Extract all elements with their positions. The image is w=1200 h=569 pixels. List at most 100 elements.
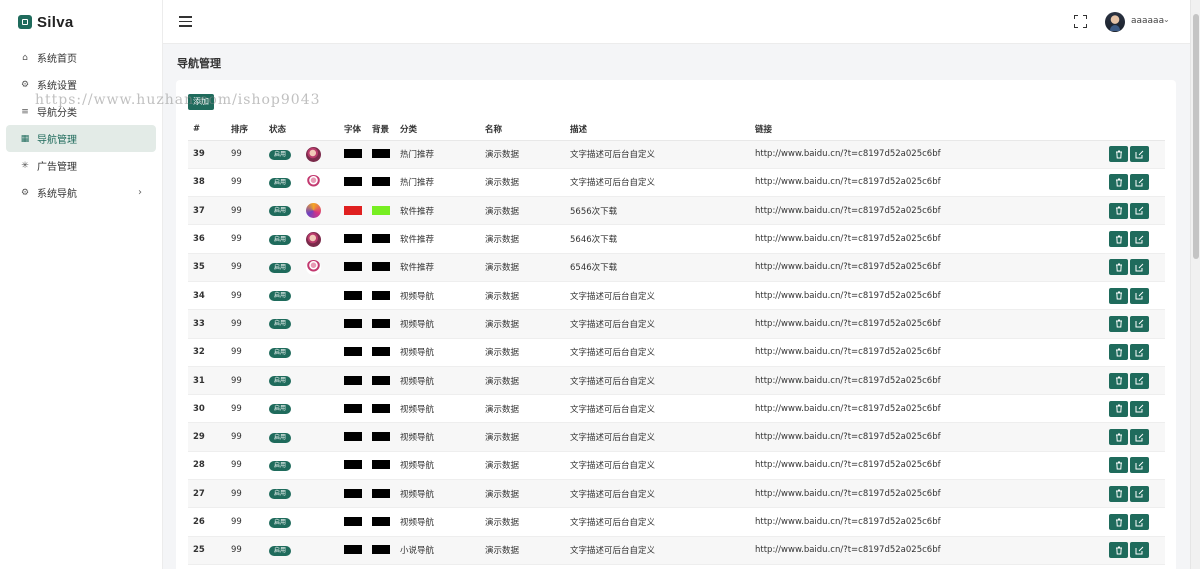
cell-link[interactable]: http://www.baidu.cn/?t=c8197d52a025c6bf xyxy=(750,140,1104,169)
status-badge[interactable]: 启用 xyxy=(269,234,292,245)
cell-link[interactable]: http://www.baidu.cn/?t=c8197d52a025c6bf xyxy=(750,451,1104,481)
brand[interactable]: Silva xyxy=(0,0,162,44)
status-badge[interactable]: 启用 xyxy=(269,404,292,415)
cell-thumb xyxy=(301,451,339,481)
edit-icon[interactable] xyxy=(1130,514,1149,530)
trash-icon[interactable] xyxy=(1109,202,1128,219)
status-badge[interactable]: 启用 xyxy=(269,489,292,500)
status-badge[interactable]: 启用 xyxy=(269,177,292,188)
trash-icon[interactable] xyxy=(1109,457,1128,474)
trash-icon[interactable] xyxy=(1109,372,1128,389)
trash-icon[interactable] xyxy=(1109,514,1128,530)
cell-link[interactable]: http://www.baidu.cn/?t=c8197d52a025c6bf xyxy=(750,168,1104,198)
avatar[interactable] xyxy=(1105,12,1125,32)
edit-icon[interactable] xyxy=(1130,457,1149,474)
cell-id: 34 xyxy=(188,281,226,311)
status-badge[interactable]: 启用 xyxy=(269,347,292,358)
edit-icon[interactable] xyxy=(1130,344,1149,361)
cell-thumb xyxy=(301,281,339,311)
sidebar-item-3[interactable]: ▦ 导航管理 xyxy=(6,125,156,152)
edit-icon[interactable] xyxy=(1130,372,1149,389)
cell-actions xyxy=(1104,338,1165,367)
cell-link[interactable]: http://www.baidu.cn/?t=c8197d52a025c6bf xyxy=(750,224,1104,254)
cell-name: 演示数据 xyxy=(480,196,565,226)
edit-icon[interactable] xyxy=(1130,429,1149,446)
status-badge[interactable]: 启用 xyxy=(269,376,292,387)
status-badge[interactable]: 启用 xyxy=(269,262,292,273)
cell-link[interactable]: http://www.baidu.cn/?t=c8197d52a025c6bf xyxy=(750,281,1104,311)
sidebar-item-1[interactable]: ⚙ 系统设置 xyxy=(6,71,156,98)
edit-icon[interactable] xyxy=(1130,485,1149,502)
cell-link[interactable]: http://www.baidu.cn/?t=c8197d52a025c6bf xyxy=(750,309,1104,339)
status-badge[interactable]: 启用 xyxy=(269,149,292,160)
add-button[interactable]: 添加 xyxy=(188,94,214,110)
status-badge[interactable]: 启用 xyxy=(269,460,292,471)
trash-icon[interactable] xyxy=(1109,287,1128,304)
cell-bg xyxy=(367,281,395,311)
menu-toggle-icon[interactable] xyxy=(179,16,192,27)
cell-font xyxy=(339,253,367,282)
thumbnail-image xyxy=(306,259,321,275)
trash-icon[interactable] xyxy=(1109,400,1128,417)
trash-icon[interactable] xyxy=(1109,344,1128,361)
status-badge[interactable]: 启用 xyxy=(269,206,292,217)
cell-thumb xyxy=(301,507,339,537)
cell-link[interactable]: http://www.baidu.cn/?t=c8197d52a025c6bf xyxy=(750,253,1104,282)
sidebar-item-2[interactable]: ≡ 导航分类 xyxy=(6,98,156,125)
cell-status: 启用 xyxy=(264,168,301,198)
trash-icon[interactable] xyxy=(1109,174,1128,191)
cell-desc: 5656次下载 xyxy=(565,196,750,226)
chevron-down-icon[interactable]: ⌄ xyxy=(1163,15,1170,24)
status-badge[interactable]: 启用 xyxy=(269,319,292,330)
cell-link[interactable]: http://www.baidu.cn/?t=c8197d52a025c6bf xyxy=(750,366,1104,396)
trash-icon[interactable] xyxy=(1109,429,1128,446)
trash-icon[interactable] xyxy=(1109,485,1128,502)
trash-icon[interactable] xyxy=(1109,231,1128,248)
cell-name: 演示数据 xyxy=(480,140,565,169)
cell-sort: 99 xyxy=(226,196,264,226)
edit-icon[interactable] xyxy=(1130,315,1149,332)
cell-sort: 99 xyxy=(226,309,264,339)
scrollbar-thumb[interactable] xyxy=(1193,14,1199,259)
sidebar-item-label: 系统设置 xyxy=(37,81,77,92)
loader-icon: ✳ xyxy=(21,160,29,171)
edit-icon[interactable] xyxy=(1130,400,1149,417)
username[interactable]: aaaaaa xyxy=(1131,16,1164,26)
cell-link[interactable]: http://www.baidu.cn/?t=c8197d52a025c6bf xyxy=(750,338,1104,367)
cell-link[interactable]: http://www.baidu.cn/?t=c8197d52a025c6bf xyxy=(750,196,1104,226)
trash-icon[interactable] xyxy=(1109,146,1128,163)
edit-icon[interactable] xyxy=(1130,542,1149,559)
cell-bg xyxy=(367,224,395,254)
edit-icon[interactable] xyxy=(1130,146,1149,163)
cell-bg xyxy=(367,140,395,169)
cell-actions xyxy=(1104,394,1165,424)
cell-desc: 文字描述可后台自定义 xyxy=(565,536,750,565)
trash-icon[interactable] xyxy=(1109,542,1128,559)
edit-icon[interactable] xyxy=(1130,287,1149,304)
cell-link[interactable]: http://www.baidu.cn/?t=c8197d52a025c6bf xyxy=(750,479,1104,509)
fullscreen-icon[interactable] xyxy=(1074,15,1087,28)
edit-icon[interactable] xyxy=(1130,174,1149,191)
cell-link[interactable]: http://www.baidu.cn/?t=c8197d52a025c6bf xyxy=(750,422,1104,452)
cell-link[interactable]: http://www.baidu.cn/?t=c8197d52a025c6bf xyxy=(750,394,1104,424)
cell-actions xyxy=(1104,309,1165,339)
sidebar-item-4[interactable]: ✳ 广告管理 xyxy=(6,152,156,179)
edit-icon[interactable] xyxy=(1130,259,1149,276)
cell-link[interactable]: http://www.baidu.cn/?t=c8197d52a025c6bf xyxy=(750,536,1104,565)
cell-link[interactable]: http://www.baidu.cn/?t=c8197d52a025c6bf xyxy=(750,507,1104,537)
status-badge[interactable]: 启用 xyxy=(269,517,292,528)
edit-icon[interactable] xyxy=(1130,202,1149,219)
status-badge[interactable]: 启用 xyxy=(269,291,292,302)
sidebar-item-5[interactable]: ⚙ 系统导航 › xyxy=(6,179,156,206)
bg-color-swatch xyxy=(372,177,390,187)
status-badge[interactable]: 启用 xyxy=(269,545,292,556)
trash-icon[interactable] xyxy=(1109,315,1128,332)
trash-icon[interactable] xyxy=(1109,259,1128,276)
column-header-bg: 背景 xyxy=(367,118,395,141)
sidebar-item-0[interactable]: ⌂ 系统首页 xyxy=(6,44,156,71)
cell-bg xyxy=(367,168,395,198)
table-row: 36 99 启用 软件推荐 演示数据 5646次下载 http://www.baidu.cn… xyxy=(188,224,1165,254)
edit-icon[interactable] xyxy=(1130,231,1149,248)
status-badge[interactable]: 启用 xyxy=(269,432,292,443)
scrollbar[interactable] xyxy=(1190,0,1200,569)
